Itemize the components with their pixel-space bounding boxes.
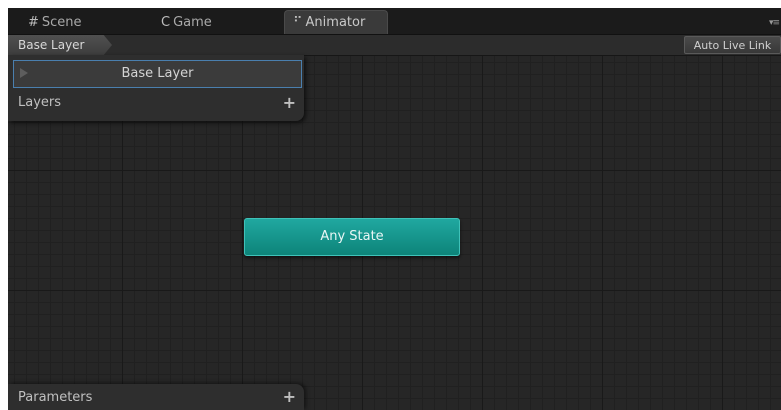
tab-label: Scene [41,14,82,30]
breadcrumb-base-layer[interactable]: Base Layer [8,35,112,55]
breadcrumb-bar: Base Layer Auto Live Link [8,35,781,56]
layer-label: Base Layer [121,66,194,81]
parameters-panel: Parameters + [8,384,304,410]
layers-title: Layers [18,95,62,110]
layer-item-base-layer[interactable]: Base Layer [13,60,302,88]
tab-menu-icon[interactable]: ▾≡ [769,18,780,28]
tab-label: Game [173,14,212,30]
add-parameter-button[interactable]: + [283,384,296,410]
tab-scene[interactable]: # Scene [20,10,140,34]
layers-panel: Base Layer Layers + [8,55,304,121]
auto-live-link-button[interactable]: Auto Live Link [684,36,781,54]
tab-game[interactable]: C Game [153,10,273,34]
add-layer-button[interactable]: + [283,90,296,116]
animator-icon: ⠋ [293,15,303,30]
tab-animator[interactable]: ⠋ Animator [284,10,388,34]
animator-window: # Scene C Game ⠋ Animator ▾≡ Base Layer … [8,8,781,410]
tab-label: Animator [305,15,366,30]
grid-icon: # [28,14,39,30]
layers-header: Layers + [8,90,304,118]
parameters-title: Parameters [18,390,93,405]
any-state-node[interactable]: Any State [244,218,460,256]
pacman-icon: C [161,14,171,30]
tab-bar: # Scene C Game ⠋ Animator ▾≡ [8,8,781,35]
